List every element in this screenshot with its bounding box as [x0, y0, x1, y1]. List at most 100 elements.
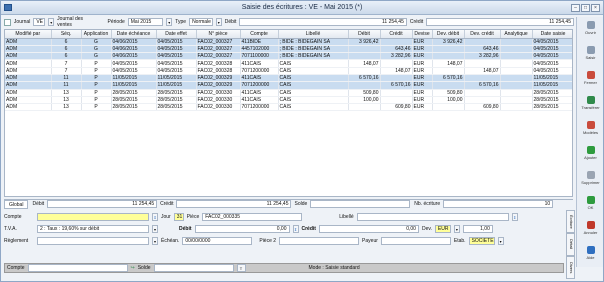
aide-icon [586, 246, 595, 254]
table-cell: 28/05/2015 [111, 89, 157, 97]
table-cell [500, 81, 533, 90]
table-cell: ADM [5, 45, 52, 54]
sidebar-button-label: Supprimer [581, 180, 600, 185]
spinner-icon[interactable]: ⇕ [152, 212, 158, 221]
column-header[interactable]: Séq. [51, 30, 82, 39]
entries-grid[interactable]: Modifié par Séq. Application Date échéance D… [4, 29, 573, 197]
payeur-input[interactable] [380, 236, 451, 245]
sidebar-button-fermer[interactable]: Fermer [579, 69, 602, 91]
table-row[interactable]: ADM 13 P 28/05/2015 28/05/2015 FAC02_000330 41… [5, 96, 572, 105]
maximize-button[interactable]: □ [581, 4, 590, 12]
reglement-select[interactable] [37, 236, 149, 245]
table-row[interactable]: ADM 7 P 04/05/2015 04/05/2015 FAC02_000328 707… [5, 67, 572, 76]
sidebar-button-annuler[interactable]: Annuler [579, 219, 602, 241]
column-header[interactable]: Modifié par [5, 30, 52, 39]
table-cell: 04/06/2015 [111, 52, 157, 61]
echeance-input[interactable]: 00/00/0000 [182, 236, 253, 245]
journal-code-field[interactable]: VE [33, 18, 46, 26]
table-cell: 509,80 [432, 89, 465, 97]
column-header[interactable]: Devise [412, 30, 433, 39]
etab-select[interactable]: SOCIETE [468, 236, 495, 245]
table-row[interactable]: ADM 13 P 28/05/2015 28/05/2015 FAC02_000330 70… [5, 103, 572, 112]
table-row[interactable]: ADM 7 P 04/05/2015 04/05/2015 FAC02_000328 411… [5, 59, 572, 68]
sidebar-button-transférer[interactable]: Transférer [579, 94, 602, 116]
column-header[interactable]: Application [81, 30, 112, 39]
sidebar-button-label: Ajouter [584, 155, 597, 160]
periode-select[interactable]: Mai 2015 [127, 18, 164, 26]
sidebar-button-aide[interactable]: Aide [579, 244, 602, 266]
table-cell: 04/05/2015 [156, 38, 197, 46]
column-header[interactable]: Débit [348, 30, 381, 39]
side-tab-0[interactable]: Écriture [566, 210, 575, 233]
table-row[interactable]: ADM 6 G 04/06/2015 04/05/2015 FAC02_000327 707… [5, 52, 572, 61]
piece-input[interactable]: FAC02_000335 [202, 212, 303, 221]
chevron-down-icon[interactable]: ▾ [48, 18, 55, 26]
table-cell: 509,80 [348, 89, 381, 97]
table-cell: FAC02_000328 [196, 67, 241, 76]
chevron-down-icon[interactable]: ▾ [166, 18, 173, 26]
table-cell [500, 45, 533, 54]
column-header[interactable]: Date saisie [532, 30, 572, 39]
side-tab-1[interactable]: Détail [566, 233, 575, 256]
etab-label: Etab. [453, 237, 466, 244]
form-debit-input[interactable]: 0,00 [194, 224, 290, 233]
minimize-button[interactable]: – [571, 4, 580, 12]
column-header[interactable]: Libellé [278, 30, 349, 39]
column-header[interactable]: Compte [240, 30, 279, 39]
type-select[interactable]: Normale [189, 18, 213, 26]
table-cell: 11 [51, 74, 82, 83]
close-button[interactable]: × [591, 4, 600, 12]
tab-global[interactable]: Global [4, 199, 29, 209]
table-cell: 6 570,16 [432, 74, 465, 83]
column-header[interactable]: Dev. débit [432, 30, 465, 39]
column-header[interactable]: Dev. crédit [464, 30, 501, 39]
jour-input[interactable]: 31 [173, 212, 184, 221]
table-cell: CAIS [278, 81, 349, 90]
chevron-down-icon[interactable]: ▾ [215, 18, 222, 26]
column-header[interactable]: Date échéance [111, 30, 157, 39]
compte-input[interactable] [37, 212, 149, 221]
devise-select[interactable]: EUR [434, 224, 451, 233]
chevron-down-icon[interactable]: ▾ [453, 224, 460, 233]
column-header[interactable]: Date effet [156, 30, 197, 39]
journal-icon[interactable] [4, 18, 11, 26]
spinner-icon[interactable]: ⇕ [292, 224, 299, 233]
form-credit-input[interactable]: 0,00 [318, 224, 419, 233]
sidebar-button-ok[interactable]: OK [579, 194, 602, 216]
table-cell [380, 96, 413, 105]
sidebar-button-modèles[interactable]: Modèles [579, 119, 602, 141]
table-cell: CAIS [278, 96, 349, 105]
tva-select[interactable]: 2 : Taux : 19,60% sur débit [37, 224, 149, 233]
chevron-down-icon[interactable]: ▾ [152, 236, 158, 245]
chevron-down-icon[interactable]: ▾ [152, 224, 158, 233]
libelle-input[interactable] [356, 212, 509, 221]
calculator-icon[interactable]: T [236, 264, 246, 272]
table-row[interactable]: ADM 11 P 11/05/2015 11/05/2015 FAC02_000329 70… [5, 81, 572, 90]
table-row[interactable]: ADM 11 P 11/05/2015 11/05/2015 FAC02_000329 41… [5, 74, 572, 83]
table-row[interactable]: ADM 13 P 28/05/2015 28/05/2015 FAC02_000330 41… [5, 89, 572, 97]
table-row[interactable]: ADM 6 G 04/06/2015 04/05/2015 FAC02_000327 411… [5, 38, 572, 46]
table-cell: 11/05/2015 [532, 81, 572, 90]
sidebar-button-label: Aide [586, 255, 595, 260]
sidebar-button-ajouter[interactable]: Ajouter [579, 144, 602, 166]
rate-input[interactable]: 1,00 [462, 224, 493, 233]
table-row[interactable]: ADM 6 G 04/06/2015 04/05/2015 FAC02_000327 445… [5, 45, 572, 54]
table-cell: G [81, 52, 112, 61]
column-header[interactable]: Analytique [500, 30, 533, 39]
sidebar-button-ouvrir[interactable]: Ouvrir [579, 19, 602, 41]
side-tab-2[interactable]: Divers [566, 256, 575, 279]
entries-table: Modifié par Séq. Application Date échéance D… [5, 30, 572, 112]
column-header[interactable]: Crédit [380, 30, 413, 39]
action-sidebar: Ouvrir Saisir Fermer Transférer Modèles Ajout… [576, 17, 603, 267]
table-cell: P [81, 67, 112, 76]
table-cell: ; BIDE : BIDEGAIN SA [278, 38, 349, 46]
chevron-down-icon[interactable]: ▾ [497, 236, 504, 245]
spinner-icon[interactable]: ⇕ [511, 212, 518, 221]
sidebar-button-supprimer[interactable]: Supprimer [579, 169, 602, 191]
column-header[interactable]: N° pièce [196, 30, 241, 39]
table-cell: 04/06/2015 [111, 38, 157, 46]
piece2-input[interactable] [279, 236, 360, 245]
table-cell [464, 74, 501, 83]
debit-total: 11 254,45 [239, 18, 407, 26]
sidebar-button-saisir[interactable]: Saisir [579, 44, 602, 66]
